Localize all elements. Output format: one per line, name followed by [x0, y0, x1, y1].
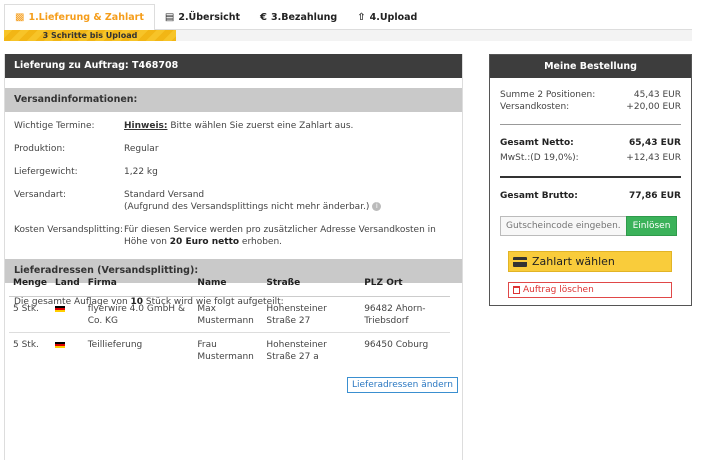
upload-icon: ⇧: [357, 11, 366, 23]
cell-country: [51, 333, 84, 369]
info-row-weight: Liefergewicht: 1,22 kg: [14, 166, 453, 178]
tab-upload[interactable]: ⇧ 4.Upload: [347, 4, 427, 30]
redeem-button[interactable]: Einlösen: [626, 216, 677, 236]
net-value: 65,43 EUR: [629, 138, 681, 148]
progress-strip: 3 Schritte bis Upload: [4, 30, 692, 41]
info-row-split-cost: Kosten Versandsplitting: Für diesen Serv…: [14, 224, 453, 248]
info-label: Liefergewicht:: [14, 167, 78, 177]
column-header: Straße: [262, 278, 361, 297]
column-header: Name: [193, 278, 263, 297]
tab-label: 1.Lieferung & Zahlart: [28, 12, 144, 23]
info-row-shipping: Versandart: Standard Versand (Aufgrund d…: [14, 189, 453, 213]
credit-card-icon: [513, 256, 527, 267]
net-line: Gesamt Netto: 65,43 EUR: [500, 137, 681, 149]
cell-qty: 5 Stk.: [13, 340, 39, 350]
shipping-cost-label: Versandkosten:: [500, 102, 570, 112]
info-label: Produktion:: [14, 144, 66, 154]
voucher-form: Einlösen: [500, 216, 677, 236]
cell-name: Max Mustermann: [193, 296, 263, 333]
info-value: 1,22 kg: [124, 167, 158, 177]
table-row: 5 Stk. Teillieferung Frau Mustermann Hoh…: [9, 333, 450, 369]
table-header-row: Menge Land Firma Name Straße PLZ Ort: [9, 278, 450, 297]
cost-text: erhoben.: [239, 237, 283, 247]
cell-city: 96482 Ahorn-Triebsdorf: [360, 296, 450, 333]
step-tabs: ▩ 1.Lieferung & Zahlart ▤ 2.Übersicht € …: [4, 4, 692, 31]
pay-button-label: Zahlart wählen: [532, 255, 615, 268]
table-row: 5 Stk. flyerwire 4.0 GmbH & Co. KG Max M…: [9, 296, 450, 333]
vat-line: MwSt.:(D 19,0%): +12,43 EUR: [500, 152, 681, 164]
progress-label: 3 Schritte bis Upload: [4, 30, 176, 41]
gross-value: 77,86 EUR: [629, 191, 681, 201]
delivery-panel: Lieferung zu Auftrag: T468708 Versandinf…: [4, 54, 463, 460]
column-header: Firma: [83, 278, 194, 297]
cell-street: Hohensteiner Straße 27 a: [266, 340, 327, 362]
sum-label: Summe 2 Positionen:: [500, 90, 596, 100]
net-block: Gesamt Netto: 65,43 EUR MwSt.:(D 19,0%): +…: [490, 125, 691, 164]
shipping-note-text: (Aufgrund des Versandsplittings nicht me…: [124, 202, 370, 212]
order-summary-panel: Meine Bestellung Summe 2 Positionen: 45,4…: [489, 54, 692, 306]
summary-header: Meine Bestellung: [490, 55, 691, 78]
germany-flag-icon: [55, 306, 66, 312]
sum-value: 45,43 EUR: [633, 90, 681, 100]
tab-label: 4.Upload: [369, 11, 418, 23]
gross-label: Gesamt Brutto:: [500, 191, 578, 201]
shipping-info: Wichtige Termine: Hinweis: Bitte wählen …: [5, 112, 462, 248]
column-header: Land: [51, 278, 84, 297]
voucher-input[interactable]: [500, 216, 626, 236]
info-value: Hinweis: Bitte wählen Sie zuerst eine Za…: [124, 120, 453, 132]
gross-block: Gesamt Brutto: 77,86 EUR: [490, 178, 691, 202]
shipping-section-title: Versandinformationen:: [5, 88, 462, 112]
cost-amount: 20 Euro netto: [169, 237, 240, 247]
vat-value: +12,43 EUR: [626, 153, 681, 163]
delete-order-button[interactable]: Auftrag löschen: [508, 282, 672, 298]
address-table: Menge Land Firma Name Straße PLZ Ort 5 S…: [9, 278, 450, 368]
shipping-note: (Aufgrund des Versandsplittings nicht me…: [124, 201, 453, 213]
change-addresses-button[interactable]: Lieferadressen ändern: [347, 377, 458, 393]
info-label: Wichtige Termine:: [14, 121, 95, 131]
tab-label: 2.Übersicht: [178, 11, 241, 23]
shipping-method: Standard Versand: [124, 190, 205, 200]
shipping-cost-line: Versandkosten: +20,00 EUR: [500, 101, 681, 113]
tab-label: 3.Bezahlung: [271, 11, 338, 23]
tab-uebersicht[interactable]: ▤ 2.Übersicht: [155, 4, 250, 30]
cell-country: [51, 296, 84, 333]
info-label: Versandart:: [14, 190, 67, 200]
germany-flag-icon: [55, 342, 66, 348]
hint-text: Bitte wählen Sie zuerst eine Zahlart aus…: [167, 121, 354, 131]
euro-icon: €: [260, 11, 268, 23]
tab-bezahlung[interactable]: € 3.Bezahlung: [250, 4, 347, 30]
list-icon: ▤: [164, 11, 175, 23]
order-header: Lieferung zu Auftrag: T468708: [5, 54, 462, 78]
cell-qty: 5 Stk.: [9, 296, 52, 333]
info-value: Standard Versand (Aufgrund des Versandsp…: [124, 189, 453, 213]
tab-lieferung[interactable]: ▩ 1.Lieferung & Zahlart: [4, 4, 155, 31]
column-header: Menge: [9, 278, 52, 297]
info-icon[interactable]: i: [372, 202, 382, 211]
cell-name: Frau Mustermann: [197, 340, 254, 362]
shipping-cost-value: +20,00 EUR: [626, 102, 681, 112]
info-value: Für diesen Service werden pro zusätzlich…: [124, 224, 453, 248]
choose-payment-button[interactable]: Zahlart wählen: [508, 251, 672, 272]
cell-street: Hohensteiner Straße 27: [262, 296, 361, 333]
info-row-dates: Wichtige Termine: Hinweis: Bitte wählen …: [14, 120, 453, 132]
info-row-production: Produktion: Regular: [14, 143, 453, 155]
gross-line: Gesamt Brutto: 77,86 EUR: [500, 190, 681, 202]
vat-label: MwSt.:(D 19,0%):: [500, 153, 579, 163]
info-value: Regular: [124, 144, 159, 154]
trash-icon: [513, 286, 520, 294]
cell-company: flyerwire 4.0 GmbH & Co. KG: [83, 296, 194, 333]
subtotal-block: Summe 2 Positionen: 45,43 EUR Versandkost…: [490, 78, 691, 113]
cell-company: Teillieferung: [87, 340, 143, 350]
hint-link[interactable]: Hinweis:: [124, 121, 167, 131]
net-label: Gesamt Netto:: [500, 138, 574, 148]
truck-icon: ▩: [15, 12, 25, 23]
cell-city: 96450 Coburg: [364, 340, 429, 350]
sum-line: Summe 2 Positionen: 45,43 EUR: [500, 89, 681, 101]
column-header: PLZ Ort: [360, 278, 450, 297]
delete-button-label: Auftrag löschen: [523, 285, 594, 295]
info-label: Kosten Versandsplitting:: [14, 225, 124, 235]
